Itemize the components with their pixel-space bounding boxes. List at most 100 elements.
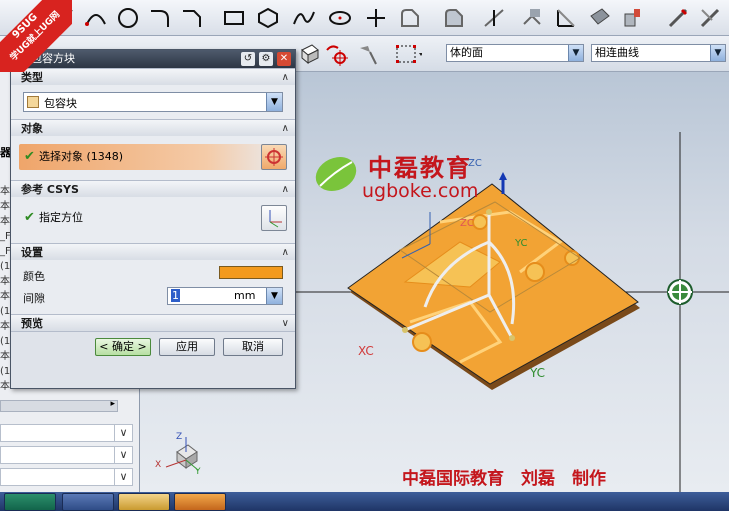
apply-button[interactable]: 应用 — [159, 338, 215, 356]
ok-button[interactable]: < 确定 > — [95, 338, 151, 356]
reset-icon[interactable]: ↺ — [241, 52, 255, 66]
csys-icon — [269, 210, 282, 228]
settings-section: 颜色 间隙 1 mm ▼ — [11, 260, 295, 314]
block-icon — [27, 96, 39, 108]
panel-item[interactable]: 本 — [0, 274, 10, 289]
type-value: 包容块 — [44, 97, 77, 110]
preview-section-header[interactable]: 预览 ∨ — [11, 314, 295, 331]
collapse-icon[interactable]: ∧ — [282, 120, 289, 137]
check-icon: ✔ — [24, 210, 35, 225]
circle-icon[interactable] — [114, 4, 142, 32]
type-header-label: 类型 — [21, 71, 43, 84]
csys-section-header[interactable]: 参考 CSYS ∧ — [11, 180, 295, 197]
collapse-icon[interactable]: ∧ — [282, 69, 289, 86]
panel-item[interactable]: 本 — [0, 184, 10, 199]
dialog-button-bar: < 确定 > 应用 取消 — [11, 331, 295, 361]
arc-icon[interactable] — [82, 4, 110, 32]
face-rule-combo[interactable]: 体的面 ▼ — [446, 44, 584, 62]
object-section: ✔ 选择对象 (1348) — [11, 136, 295, 180]
type-section: 包容块 ▼ — [11, 85, 295, 119]
object-section-header[interactable]: 对象 ∧ — [11, 119, 295, 136]
face-rule-value: 体的面 — [450, 46, 483, 59]
chevron-down-icon: ▼ — [266, 93, 282, 111]
extend-icon[interactable] — [552, 4, 580, 32]
collapse-icon[interactable]: ∧ — [282, 244, 289, 261]
panel-item[interactable]: 本 — [0, 289, 10, 304]
studio-spline-icon[interactable] — [290, 4, 318, 32]
leaf-logo-icon — [315, 156, 357, 192]
chevron-down-icon[interactable]: ▼ — [266, 288, 282, 304]
color-swatch[interactable] — [219, 266, 283, 279]
settings-section-header[interactable]: 设置 ∧ — [11, 243, 295, 260]
taskbar — [0, 492, 729, 511]
gap-label: 间隙 — [23, 292, 45, 305]
panel-item[interactable]: 本 — [0, 199, 10, 214]
gap-value: 1 — [171, 289, 180, 302]
horizontal-scrollbar[interactable]: ▸ — [0, 399, 118, 412]
chevron-down-icon: ∨ — [114, 469, 132, 485]
select-object-row[interactable]: ✔ 选择对象 (1348) — [19, 144, 287, 170]
face-icon[interactable] — [586, 4, 614, 32]
axis-label-zc: ZC — [468, 158, 482, 169]
bounding-block-dialog: 包容方块 ↺ ⚙ ✕ 类型 ∧ 包容块 ▼ 对象 ∧ ✔ 选择对象 (1348)… — [10, 49, 296, 389]
panel-item[interactable]: 本 — [0, 319, 10, 334]
gap-input[interactable]: 1 mm ▼ — [167, 287, 283, 305]
point-icon[interactable] — [362, 4, 390, 32]
fillet-icon[interactable] — [146, 4, 174, 32]
panel-item[interactable]: 本 — [0, 349, 10, 364]
collapse-icon[interactable]: ∧ — [282, 181, 289, 198]
folder-task-icon[interactable] — [118, 493, 170, 511]
pdf-task-icon[interactable] — [174, 493, 226, 511]
trim-icon[interactable] — [480, 4, 508, 32]
specify-orientation-row[interactable]: ✔ 指定方位 — [19, 205, 287, 231]
app-task-icon[interactable] — [4, 493, 56, 511]
axis-label-xc: XC — [358, 344, 374, 358]
combo-row[interactable]: ∨ — [0, 424, 133, 442]
select-point-icon[interactable] — [322, 40, 350, 68]
axis-label-zc-small: ZC — [460, 218, 474, 229]
crosshair-icon — [265, 148, 283, 166]
rectangle-select-icon[interactable] — [394, 40, 422, 68]
csys-header-label: 参考 CSYS — [21, 183, 79, 196]
credit-text: 中磊国际教育 刘磊 制作 — [402, 469, 606, 489]
ellipse-icon[interactable] — [326, 4, 354, 32]
close-icon[interactable]: ✕ — [277, 52, 291, 66]
chevron-down-icon: ∨ — [114, 425, 132, 441]
scroll-right-icon[interactable]: ▸ — [110, 399, 115, 409]
snap-point-icon[interactable] — [356, 40, 384, 68]
chevron-down-icon: ▼ — [710, 45, 725, 61]
select-crosshair-button[interactable] — [261, 144, 287, 170]
combo-row[interactable]: ∨ — [0, 446, 133, 464]
chamfer-icon[interactable] — [178, 4, 206, 32]
pencil-icon[interactable] — [664, 4, 692, 32]
curve-rule-value: 相连曲线 — [595, 46, 639, 59]
triad-z-label: Z — [176, 432, 183, 442]
csys-dialog-button[interactable] — [261, 205, 287, 231]
settings-header-label: 设置 — [21, 246, 43, 259]
panel-item[interactable]: 本 — [0, 214, 10, 229]
polygon-icon[interactable] — [254, 4, 282, 32]
specify-orientation-label: 指定方位 — [39, 211, 83, 224]
type-select[interactable]: 包容块 ▼ — [23, 92, 283, 112]
curve-rule-combo[interactable]: 相连曲线 ▼ — [591, 44, 726, 62]
select-object-label: 选择对象 (1348) — [39, 150, 124, 163]
extrude-icon[interactable] — [618, 4, 646, 32]
cancel-button[interactable]: 取消 — [223, 338, 283, 356]
chevron-down-icon: ∨ — [114, 447, 132, 463]
browser-task-icon[interactable] — [62, 493, 114, 511]
expand-icon[interactable]: ∨ — [282, 315, 289, 332]
panel-item[interactable]: 本 — [0, 379, 10, 394]
bridge-curve-icon[interactable] — [440, 4, 468, 32]
object-header-label: 对象 — [21, 122, 43, 135]
combo-row[interactable]: ∨ — [0, 468, 133, 486]
rectangle-icon[interactable] — [220, 4, 248, 32]
project-curve-icon[interactable] — [518, 4, 546, 32]
gear-icon[interactable]: ⚙ — [259, 52, 273, 66]
corner-badge: 9SUG 学UG就上UG网 — [0, 0, 72, 72]
brand-title: 中磊教育 — [368, 154, 472, 182]
triad-y-label: Y — [195, 467, 201, 477]
edit-curve-icon[interactable] — [696, 4, 724, 32]
cube-icon[interactable] — [296, 40, 324, 68]
offset-curve-icon[interactable] — [396, 4, 424, 32]
brand-url: ugboke.com — [362, 180, 479, 202]
